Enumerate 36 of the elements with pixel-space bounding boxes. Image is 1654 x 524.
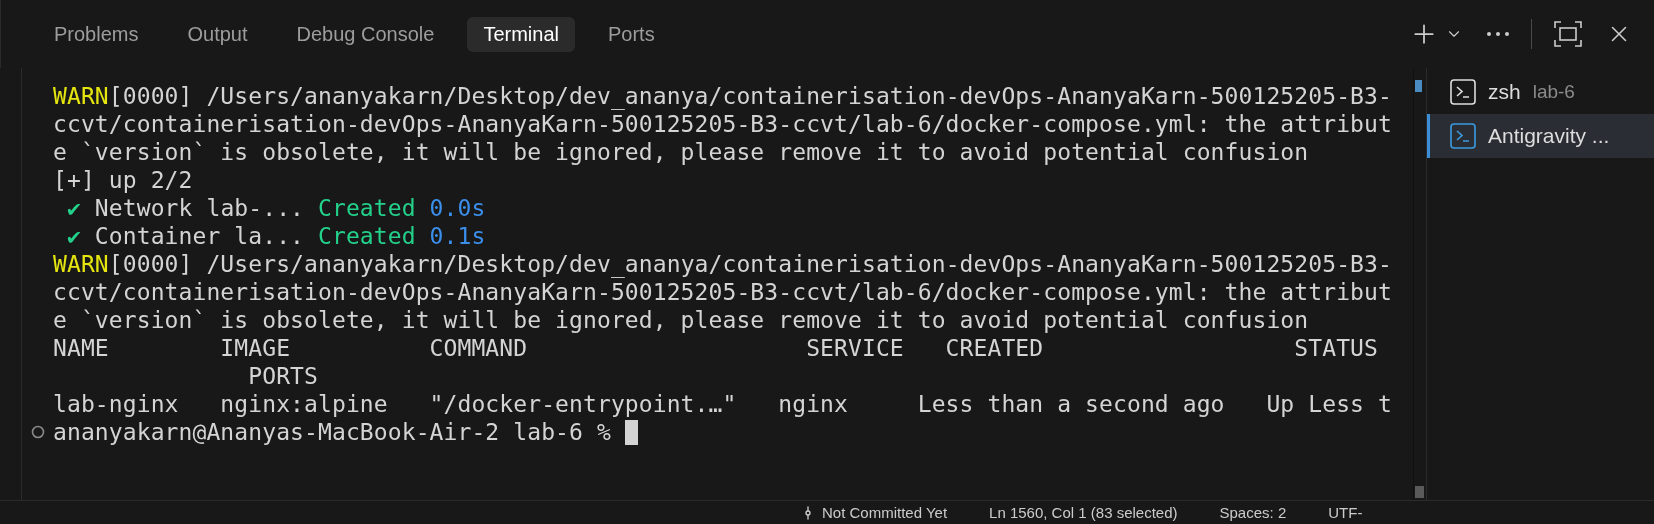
terminal-detail: lab-6 bbox=[1532, 81, 1575, 103]
panel-tab[interactable]: Problems bbox=[38, 16, 155, 52]
status-item[interactable]: UTF- bbox=[1328, 504, 1363, 521]
terminal-line: WARN[0000] /Users/ananyakarn/Desktop/dev_ananya/containerisation-devOps-AnanyaKarn-500125205-B3- bbox=[53, 250, 1392, 278]
panel-tab[interactable]: Debug Console bbox=[280, 16, 451, 52]
more-button[interactable] bbox=[1485, 30, 1511, 38]
terminal-list-item[interactable]: zsh lab-6 bbox=[1427, 70, 1654, 114]
maximize-icon bbox=[1554, 21, 1582, 47]
terminal-line: WARN[0000] /Users/ananyakarn/Desktop/dev_ananya/containerisation-devOps-AnanyaKarn-500125205-B3- bbox=[53, 82, 1392, 110]
maximize-button[interactable] bbox=[1552, 19, 1584, 49]
terminal-line: ✔ Container la... Created 0.1s bbox=[65, 222, 486, 250]
terminal-icon bbox=[1450, 79, 1476, 105]
circle-icon bbox=[30, 425, 45, 439]
terminal-line: lab-nginx nginx:alpine "/docker-entrypoint.…" nginx Less than a second ago Up Less t bbox=[53, 390, 1392, 418]
status-item[interactable]: Spaces: 2 bbox=[1219, 504, 1287, 521]
terminal-line: PORTS bbox=[247, 362, 318, 390]
terminal-name: zsh bbox=[1488, 80, 1521, 104]
panel-tab[interactable]: Output bbox=[171, 16, 264, 52]
scrollbar[interactable] bbox=[1413, 68, 1427, 500]
terminal-line: e `version` is obsolete, it will be ignored, please remove it to avoid potential confusion bbox=[53, 306, 1309, 334]
status-item[interactable]: Not Committed Yet bbox=[822, 504, 948, 521]
ellipsis-icon bbox=[1487, 32, 1509, 36]
terminal-list-item[interactable]: Antigravity ... bbox=[1427, 114, 1654, 158]
status-item[interactable]: Ln 1560, Col 1 (83 selected) bbox=[989, 504, 1178, 521]
panel-tab[interactable]: Terminal bbox=[467, 16, 575, 52]
cursor bbox=[624, 419, 638, 445]
terminal-prompt: ananyakarn@Ananyas-MacBook-Air-2 lab-6 % bbox=[53, 418, 611, 446]
terminal-line: ccvt/containerisation-devOps-AnanyaKarn-500125205-B3-ccvt/lab-6/docker-compose.yml: the attribut bbox=[53, 278, 1392, 306]
terminal-line: e `version` is obsolete, it will be ignored, please remove it to avoid potential confusion bbox=[53, 138, 1309, 166]
terminal-line: ccvt/containerisation-devOps-AnanyaKarn-500125205-B3-ccvt/lab-6/docker-compose.yml: the attribut bbox=[53, 110, 1392, 138]
terminal-name: Antigravity ... bbox=[1488, 124, 1610, 148]
panel-tab[interactable]: Ports bbox=[592, 16, 671, 52]
terminal-line: [+] up 2/2 bbox=[53, 166, 193, 194]
terminal-line: NAME IMAGE COMMAND SERVICE CREATED STATUS bbox=[53, 334, 1378, 362]
terminal-icon bbox=[1450, 123, 1476, 149]
terminal-line: ✔ Network lab-... Created 0.0s bbox=[65, 194, 486, 222]
